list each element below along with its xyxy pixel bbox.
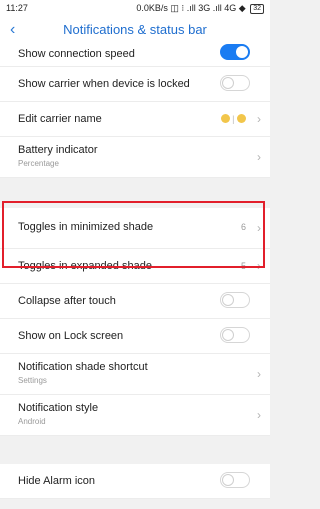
collapse-after-touch-toggle[interactable]	[220, 292, 250, 308]
setting-notification-style[interactable]: Notification style Android ›	[0, 395, 270, 436]
settings-group-shade: Toggles in minimized shade 6 › Toggles i…	[0, 208, 270, 436]
smiley-icon	[220, 114, 230, 123]
page-title: Notifications & status bar	[63, 22, 207, 37]
app-bar: ‹ Notifications & status bar	[0, 16, 270, 46]
setting-label: Notification style	[18, 402, 99, 414]
bottom-spacer	[0, 499, 270, 509]
status-indicators: 0.0KB/s ◫ ⁝ .ıll 3G .ıll 4G ◆ 32	[136, 0, 264, 16]
setting-show-carrier-locked[interactable]: Show carrier when device is locked	[0, 67, 270, 102]
battery-icon: 32	[250, 4, 264, 14]
hide-alarm-icon-toggle[interactable]	[220, 472, 250, 488]
chevron-right-icon: ›	[257, 367, 261, 381]
setting-label: Edit carrier name	[18, 113, 102, 125]
section-divider	[0, 436, 270, 464]
setting-show-connection-speed[interactable]: Show connection speed	[0, 44, 270, 67]
setting-label: Collapse after touch	[18, 295, 116, 307]
setting-label: Toggles in expanded shade	[18, 260, 152, 272]
chevron-right-icon: ›	[257, 408, 261, 422]
settings-group-alarm: Hide Alarm icon	[0, 464, 270, 499]
smiley-icon	[237, 114, 246, 123]
chevron-right-icon: ›	[257, 112, 261, 126]
setting-battery-indicator[interactable]: Battery indicator Percentage ›	[0, 137, 270, 178]
setting-show-on-lock-screen[interactable]: Show on Lock screen	[0, 319, 270, 354]
setting-toggles-minimized-shade[interactable]: Toggles in minimized shade 6 ›	[0, 208, 270, 249]
setting-edit-carrier-name[interactable]: Edit carrier name | ›	[0, 102, 270, 137]
setting-label: Show connection speed	[18, 48, 135, 60]
setting-label: Toggles in minimized shade	[18, 221, 154, 233]
settings-group-status-bar: Show connection speed Show carrier when …	[0, 44, 270, 178]
setting-value: 5	[240, 261, 246, 271]
chevron-right-icon: ›	[257, 221, 261, 235]
setting-value: 6	[240, 222, 246, 232]
status-time: 11:27	[6, 3, 28, 13]
chevron-right-icon: ›	[257, 259, 261, 273]
status-bar: 11:27 0.0KB/s ◫ ⁝ .ıll 3G .ıll 4G ◆ 32	[0, 0, 270, 16]
setting-label: Notification shade shortcut	[18, 361, 148, 373]
show-on-lock-screen-toggle[interactable]	[220, 327, 250, 343]
carrier-name-value: |	[220, 114, 246, 124]
connection-speed-toggle[interactable]	[220, 44, 250, 60]
settings-list: Show connection speed Show carrier when …	[0, 44, 270, 509]
setting-toggles-expanded-shade[interactable]: Toggles in expanded shade 5 ›	[0, 249, 270, 284]
setting-notification-shade-shortcut[interactable]: Notification shade shortcut Settings ›	[0, 354, 270, 395]
setting-sublabel: Android	[18, 417, 46, 426]
section-divider	[0, 178, 270, 208]
setting-sublabel: Percentage	[18, 159, 59, 168]
setting-label: Battery indicator	[18, 144, 98, 156]
network-indicators: 0.0KB/s ◫ ⁝ .ıll 3G .ıll 4G ◆	[136, 3, 246, 13]
setting-sublabel: Settings	[18, 376, 47, 385]
chevron-right-icon: ›	[257, 150, 261, 164]
setting-collapse-after-touch[interactable]: Collapse after touch	[0, 284, 270, 319]
setting-label: Show carrier when device is locked	[18, 78, 190, 90]
setting-label: Hide Alarm icon	[18, 475, 96, 487]
carrier-locked-toggle[interactable]	[220, 75, 250, 91]
setting-hide-alarm-icon[interactable]: Hide Alarm icon	[0, 464, 270, 499]
setting-label: Show on Lock screen	[18, 330, 124, 342]
